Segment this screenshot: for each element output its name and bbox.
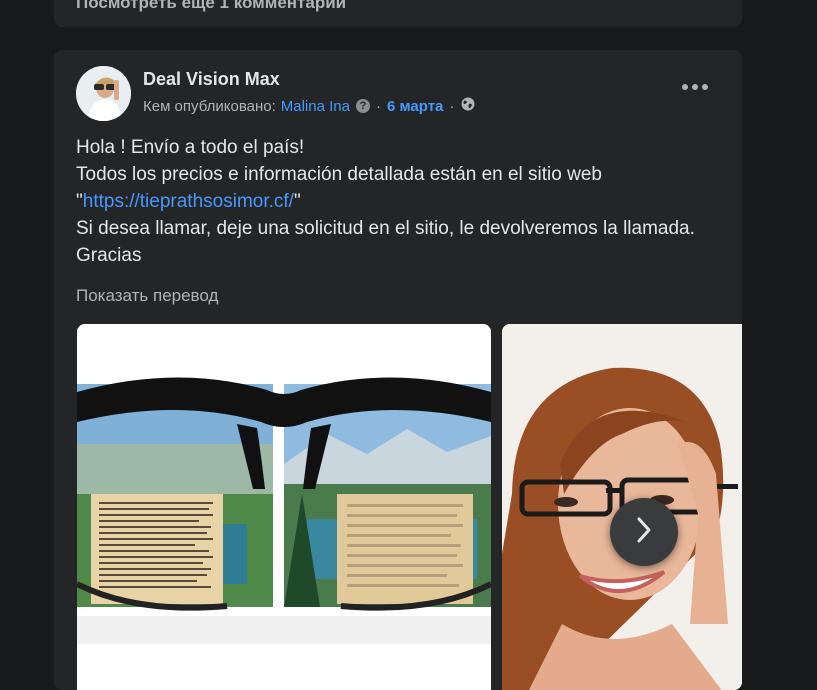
show-translation-link[interactable]: Показать перевод	[76, 286, 218, 306]
page-name[interactable]: Deal Vision Max	[143, 69, 280, 90]
post-meta: Кем опубликовано: Malina Ina ? · 6 марта…	[143, 97, 475, 115]
separator: ·	[449, 97, 455, 115]
avatar[interactable]	[76, 66, 131, 121]
quote-mark: "	[293, 191, 301, 212]
author-link[interactable]: Malina Ina	[281, 98, 350, 115]
separator: ·	[375, 97, 381, 115]
quote-mark: "	[76, 191, 83, 212]
website-link[interactable]: https://tieprathsosimor.cf/	[83, 191, 294, 212]
post-link-line: "https://tieprathsosimor.cf/"	[76, 188, 716, 215]
more-options-icon[interactable]	[682, 82, 708, 92]
carousel-image-glasses-comparison[interactable]	[77, 324, 491, 690]
globe-icon[interactable]	[461, 97, 475, 115]
post-text-line: Todos los precios e información detallad…	[76, 164, 602, 185]
previous-post-card: Посмотреть еще 1 комментарий	[54, 0, 742, 27]
carousel-next-button[interactable]	[610, 498, 678, 566]
post-card: Deal Vision Max Кем опубликовано: Malina…	[54, 50, 742, 690]
chevron-right-icon	[634, 516, 654, 549]
posted-by-label: Кем опубликовано:	[143, 97, 276, 115]
view-more-comments-link[interactable]: Посмотреть еще 1 комментарий	[76, 0, 346, 13]
post-date-link[interactable]: 6 марта	[387, 98, 443, 115]
question-circle-icon[interactable]: ?	[355, 99, 370, 113]
post-text-line: Si desea llamar, deje una solicitud en e…	[76, 218, 695, 266]
post-body: Hola ! Envío a todo el país! Todos los p…	[76, 134, 716, 269]
post-text-line: Hola ! Envío a todo el país!	[76, 137, 305, 158]
